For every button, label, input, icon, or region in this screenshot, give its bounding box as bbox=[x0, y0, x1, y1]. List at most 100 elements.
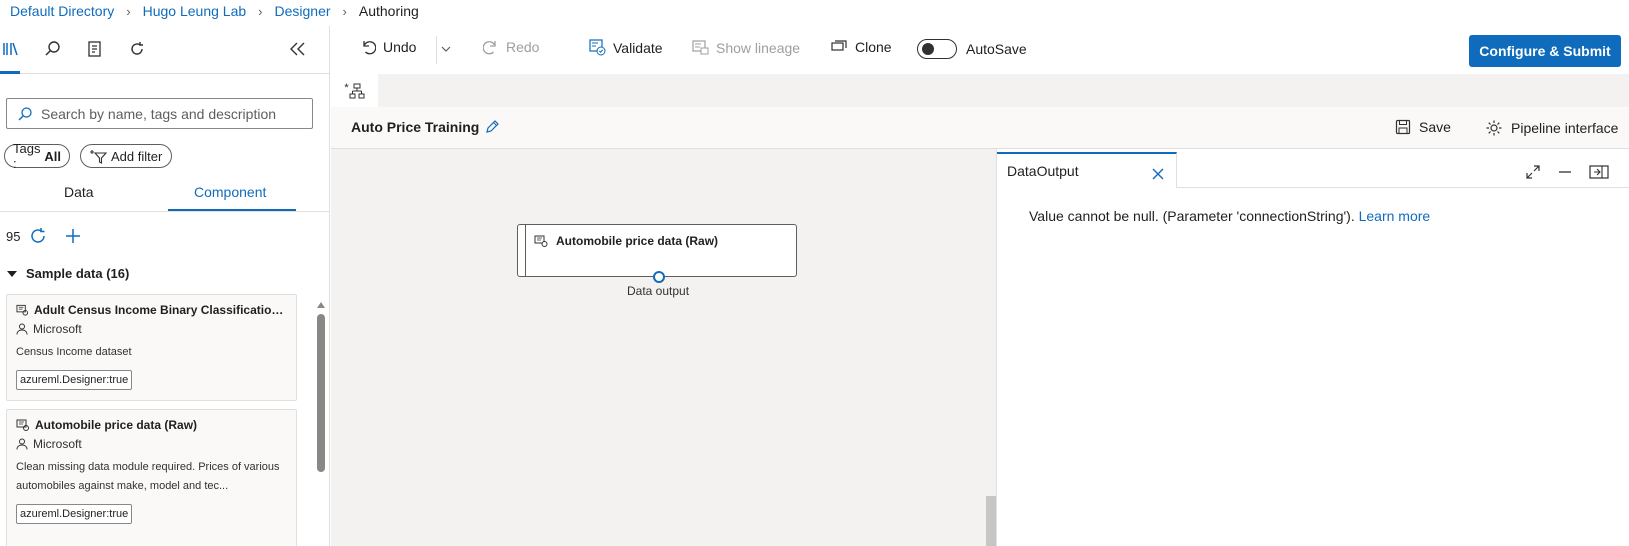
library-toolbar bbox=[0, 26, 329, 74]
undo-button[interactable]: Undo bbox=[360, 39, 416, 55]
left-panel-scrollbar[interactable] bbox=[316, 274, 326, 546]
chevron-right-icon: › bbox=[342, 3, 347, 19]
card-description: Clean missing data module required. Pric… bbox=[16, 461, 280, 492]
clone-icon bbox=[831, 39, 847, 51]
close-icon[interactable] bbox=[1152, 168, 1164, 180]
card-title-text: Automobile price data (Raw) bbox=[35, 418, 198, 432]
add-filter-icon bbox=[90, 150, 107, 164]
scroll-thumb[interactable] bbox=[317, 314, 325, 472]
section-label: Sample data (16) bbox=[26, 266, 130, 281]
redo-label: Redo bbox=[506, 39, 540, 55]
card-author: Microsoft bbox=[16, 322, 287, 336]
card-author-text: Microsoft bbox=[33, 322, 82, 336]
collapse-panel-icon[interactable] bbox=[287, 38, 309, 60]
minimize-icon[interactable] bbox=[1558, 165, 1572, 179]
toggle-knob bbox=[922, 43, 934, 55]
pipeline-doc-tab[interactable]: * bbox=[331, 74, 378, 107]
person-icon bbox=[16, 323, 28, 335]
active-tab-indicator bbox=[0, 71, 20, 74]
breadcrumb-default-directory[interactable]: Default Directory bbox=[10, 3, 114, 19]
toolbar-divider bbox=[436, 36, 437, 64]
component-count: 95 bbox=[6, 228, 21, 244]
add-icon[interactable] bbox=[62, 226, 84, 246]
validate-label: Validate bbox=[613, 39, 663, 56]
card-tag[interactable]: azureml.Designer:true bbox=[16, 370, 133, 390]
card-author-text: Microsoft bbox=[33, 437, 82, 451]
tags-filter-pill[interactable]: Tags : All bbox=[4, 141, 70, 171]
output-port[interactable] bbox=[653, 271, 665, 283]
component-card[interactable]: Automobile price data (Raw) Microsoft Cl… bbox=[6, 409, 297, 546]
dataoutput-tab-label: DataOutput bbox=[1007, 163, 1079, 179]
search-input[interactable] bbox=[41, 105, 301, 122]
component-count-row: 95 bbox=[6, 224, 84, 248]
chevron-right-icon: › bbox=[258, 3, 263, 19]
component-card[interactable]: Adult Census Income Binary Classificatio… bbox=[6, 294, 297, 401]
chevron-right-icon: › bbox=[126, 3, 131, 19]
pipeline-canvas[interactable]: Automobile price data (Raw) Data output bbox=[331, 149, 996, 546]
configure-submit-button[interactable]: Configure & Submit bbox=[1469, 35, 1621, 67]
asset-library-panel: Tags :All Add filter Data Component 95 S… bbox=[0, 26, 330, 546]
sample-data-section-toggle[interactable]: Sample data (16) bbox=[6, 266, 129, 281]
validate-icon bbox=[589, 39, 606, 56]
card-author: Microsoft bbox=[16, 437, 287, 451]
asset-tabs: Data Component bbox=[0, 176, 329, 212]
dataset-icon bbox=[16, 419, 29, 431]
dataoutput-tab[interactable]: DataOutput bbox=[997, 152, 1177, 188]
node-status-bar bbox=[525, 225, 526, 276]
expand-icon[interactable] bbox=[1526, 165, 1540, 179]
card-title-text: Adult Census Income Binary Classificatio… bbox=[34, 303, 287, 317]
save-label: Save bbox=[1419, 119, 1451, 135]
save-icon bbox=[1395, 119, 1411, 135]
node-title: Automobile price data (Raw) bbox=[534, 234, 718, 248]
pipeline-node[interactable]: Automobile price data (Raw) bbox=[517, 224, 797, 283]
validate-button[interactable]: Validate bbox=[589, 39, 663, 56]
pipeline-title-bar: Auto Price Training Save Pipeline interf… bbox=[331, 107, 1629, 149]
edit-pencil-icon[interactable] bbox=[484, 119, 500, 135]
pipeline-title: Auto Price Training bbox=[351, 119, 480, 135]
tab-data[interactable]: Data bbox=[64, 184, 94, 200]
undo-history-dropdown[interactable] bbox=[441, 45, 451, 53]
active-tab-underline bbox=[168, 209, 296, 211]
show-lineage-button[interactable]: Show lineage bbox=[692, 39, 800, 56]
learn-more-link[interactable]: Learn more bbox=[1359, 208, 1431, 224]
autosave-switch[interactable] bbox=[917, 39, 957, 59]
person-icon bbox=[16, 438, 28, 450]
card-title: Adult Census Income Binary Classificatio… bbox=[16, 303, 287, 317]
search-icon bbox=[18, 106, 32, 120]
clone-button[interactable]: Clone bbox=[831, 39, 892, 55]
pipeline-interface-button[interactable]: Pipeline interface bbox=[1485, 119, 1618, 137]
redo-button[interactable]: Redo bbox=[483, 39, 539, 55]
dataset-icon bbox=[16, 304, 29, 316]
scroll-up-icon[interactable] bbox=[316, 300, 326, 310]
document-tab-strip: * bbox=[331, 74, 1629, 107]
chevron-down-icon bbox=[441, 46, 451, 52]
canvas-scrollbar[interactable] bbox=[986, 496, 996, 546]
breadcrumb-workspace[interactable]: Hugo Leung Lab bbox=[143, 3, 247, 19]
card-tag[interactable]: azureml.Designer:true bbox=[16, 504, 133, 524]
library-icon[interactable] bbox=[0, 38, 22, 60]
panel-header-divider bbox=[1177, 187, 1629, 188]
pipeline-icon bbox=[349, 83, 365, 98]
search-box[interactable] bbox=[6, 98, 313, 129]
add-filter-button[interactable]: Add filter bbox=[80, 144, 172, 168]
clipboard-icon[interactable] bbox=[84, 38, 106, 60]
search-icon[interactable] bbox=[42, 38, 64, 60]
redo-icon bbox=[483, 41, 496, 55]
designer-toolbar: Undo Redo Validate Show lineage Clone Au… bbox=[331, 26, 1629, 74]
output-panel: DataOutput Value cannot be null. (Parame… bbox=[996, 149, 1629, 546]
tags-pill-label: Tags : bbox=[13, 141, 41, 171]
undo-label: Undo bbox=[383, 39, 417, 55]
output-port-label: Data output bbox=[627, 284, 690, 298]
breadcrumb-designer[interactable]: Designer bbox=[275, 3, 331, 19]
refresh-icon[interactable] bbox=[28, 226, 48, 246]
autosave-label: AutoSave bbox=[966, 41, 1027, 57]
breadcrumb-current: Authoring bbox=[358, 3, 419, 19]
card-description: Census Income dataset bbox=[16, 346, 132, 358]
autosave-toggle[interactable]: AutoSave bbox=[917, 39, 1027, 59]
tab-component[interactable]: Component bbox=[194, 184, 266, 200]
dock-panel-icon[interactable] bbox=[1589, 165, 1609, 179]
undo-icon bbox=[363, 41, 376, 55]
show-lineage-label: Show lineage bbox=[716, 39, 801, 56]
save-button[interactable]: Save bbox=[1395, 119, 1451, 135]
refresh-icon[interactable] bbox=[126, 38, 148, 60]
